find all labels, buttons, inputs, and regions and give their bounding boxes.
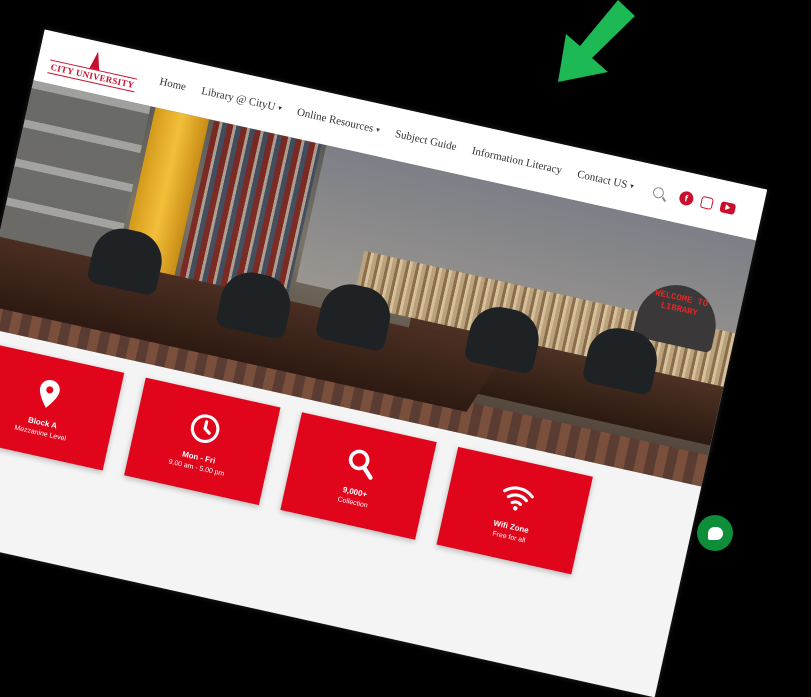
tower-icon bbox=[89, 50, 103, 71]
nav-icons: f bbox=[651, 184, 737, 216]
nav-subject-guide-label: Subject Guide bbox=[393, 127, 458, 154]
nav-home-label: Home bbox=[158, 75, 188, 94]
chevron-down-icon: ▾ bbox=[277, 103, 283, 113]
nav-contact-us[interactable]: Contact US ▾ bbox=[576, 168, 635, 192]
library-webpage: CITY UNIVERSITY Home Library @ CityU ▾ O… bbox=[0, 29, 768, 697]
youtube-icon[interactable] bbox=[719, 200, 737, 215]
chevron-down-icon: ▾ bbox=[629, 182, 635, 191]
city-university-logo[interactable]: CITY UNIVERSITY bbox=[47, 42, 141, 93]
facebook-icon[interactable]: f bbox=[677, 190, 695, 207]
search-icon[interactable] bbox=[651, 185, 666, 199]
chat-button[interactable] bbox=[697, 515, 733, 551]
clock-icon bbox=[190, 413, 220, 443]
card-wifi[interactable]: Wifi Zone Free for all bbox=[436, 446, 593, 575]
nav-online-resources[interactable]: Online Resources ▾ bbox=[296, 106, 381, 136]
instagram-icon[interactable] bbox=[699, 195, 714, 211]
nav-library-cityu[interactable]: Library @ CityU ▾ bbox=[200, 85, 283, 114]
map-pin-icon bbox=[40, 379, 60, 408]
wifi-icon bbox=[503, 485, 534, 511]
nav-contact-us-label: Contact US bbox=[576, 168, 629, 192]
card-collection[interactable]: 9,000+ Collection bbox=[280, 412, 437, 540]
nav-subject-guide[interactable]: Subject Guide bbox=[394, 128, 458, 153]
nav-library-label: Library @ CityU bbox=[200, 85, 277, 114]
chat-bubble-icon bbox=[707, 526, 723, 540]
nav-home[interactable]: Home bbox=[158, 76, 187, 94]
card-location-subtitle: Mezzanine Level bbox=[13, 424, 67, 443]
nav-information-literacy[interactable]: Information Literacy bbox=[471, 145, 563, 177]
nav-information-literacy-label: Information Literacy bbox=[470, 145, 564, 177]
search-icon bbox=[348, 449, 373, 480]
nav-online-resources-label: Online Resources bbox=[295, 106, 375, 135]
chevron-down-icon: ▾ bbox=[375, 125, 381, 135]
green-arrow-annotation bbox=[558, 0, 635, 82]
card-location[interactable]: Block A Mezzanine Level bbox=[0, 342, 125, 471]
card-hours[interactable]: Mon - Fri 9.00 am - 5.00 pm bbox=[124, 377, 281, 506]
